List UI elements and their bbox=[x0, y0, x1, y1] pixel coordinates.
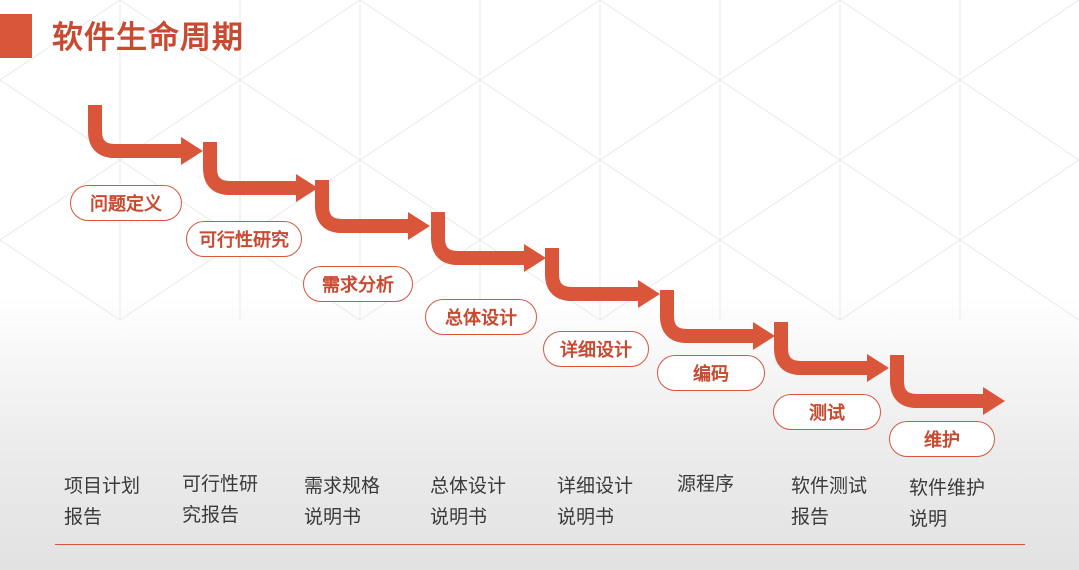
deliverable-line1: 需求规格 bbox=[304, 475, 381, 497]
deliverable-3: 需求规格 说明书 bbox=[304, 471, 414, 533]
deliverable-line2: 究报告 bbox=[182, 504, 240, 526]
step-label-5: 详细设计 bbox=[543, 331, 649, 367]
deliverable-line1: 软件维护 bbox=[909, 477, 986, 499]
deliverable-line1: 源程序 bbox=[677, 473, 735, 495]
step-arrow-7 bbox=[774, 322, 867, 375]
step-arrow-8 bbox=[890, 355, 983, 408]
deliverable-line2: 报告 bbox=[64, 506, 103, 528]
baseline-divider bbox=[55, 544, 1025, 545]
deliverable-5: 详细设计 说明书 bbox=[557, 471, 667, 533]
step-arrowhead-7 bbox=[867, 354, 889, 382]
deliverable-line2: 说明书 bbox=[430, 506, 488, 528]
step-arrowhead-3 bbox=[408, 212, 430, 240]
step-arrow-3 bbox=[315, 180, 408, 233]
deliverable-line2: 说明书 bbox=[304, 506, 362, 528]
step-label-4: 总体设计 bbox=[425, 299, 537, 335]
step-label-7: 测试 bbox=[773, 394, 881, 430]
step-label-1: 问题定义 bbox=[70, 185, 182, 221]
step-arrowhead-6 bbox=[753, 322, 775, 350]
step-arrowhead-8 bbox=[983, 387, 1005, 415]
deliverable-line1: 软件测试 bbox=[791, 475, 868, 497]
step-arrow-4 bbox=[431, 212, 524, 265]
deliverable-1: 项目计划 报告 bbox=[64, 471, 174, 533]
step-arrow-5 bbox=[545, 248, 638, 301]
step-label-2: 可行性研究 bbox=[186, 221, 302, 257]
step-label-8: 维护 bbox=[889, 421, 995, 457]
step-arrow-1 bbox=[88, 105, 181, 158]
step-arrowhead-1 bbox=[181, 137, 203, 165]
step-arrowhead-2 bbox=[296, 174, 318, 202]
step-arrow-2 bbox=[203, 142, 296, 195]
step-arrowhead-5 bbox=[638, 280, 660, 308]
step-arrowhead-4 bbox=[524, 244, 546, 272]
deliverable-4: 总体设计 说明书 bbox=[430, 471, 540, 533]
deliverable-line1: 总体设计 bbox=[430, 475, 507, 497]
deliverable-line1: 详细设计 bbox=[557, 475, 634, 497]
deliverable-6: 源程序 bbox=[677, 469, 787, 500]
deliverable-line1: 项目计划 bbox=[64, 475, 141, 497]
step-label-3: 需求分析 bbox=[303, 266, 413, 302]
deliverable-line2: 说明 bbox=[909, 508, 948, 530]
step-label-6: 编码 bbox=[657, 355, 765, 391]
deliverable-7: 软件测试 报告 bbox=[791, 471, 901, 533]
step-arrow-6 bbox=[660, 290, 753, 343]
deliverable-line2: 说明书 bbox=[557, 506, 615, 528]
deliverable-8: 软件维护 说明 bbox=[909, 473, 1019, 535]
deliverable-line1: 可行性研 bbox=[182, 473, 259, 495]
deliverable-line2: 报告 bbox=[791, 506, 830, 528]
deliverable-2: 可行性研 究报告 bbox=[182, 469, 292, 531]
